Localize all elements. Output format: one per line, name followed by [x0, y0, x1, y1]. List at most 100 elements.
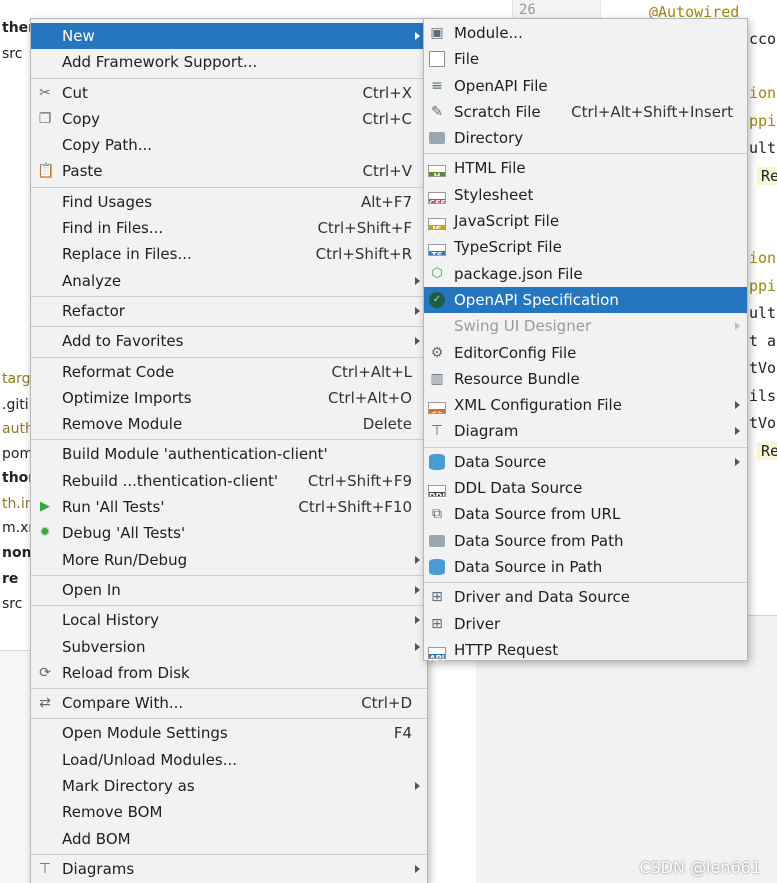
menu-item-replace-in-files[interactable]: Replace in Files... Ctrl+Shift+R	[31, 241, 427, 267]
menu-item-xml-configuration-file[interactable]: <> XML Configuration File	[424, 392, 747, 418]
menu-item-openapi-file[interactable]: ≡ OpenAPI File	[424, 73, 747, 99]
submenu-arrow-icon	[415, 555, 420, 564]
menu-item-stylesheet[interactable]: CSS Stylesheet	[424, 182, 747, 208]
menu-item-label: More Run/Debug	[62, 550, 188, 569]
menu-item-package-json-file[interactable]: ⬡ package.json File	[424, 261, 747, 287]
menu-item-data-source-from-url[interactable]: ⧉ Data Source from URL	[424, 501, 747, 527]
menu-item-copy-path[interactable]: Copy Path...	[31, 132, 427, 158]
new-submenu: ▣ Module... File ≡ OpenAPI File ✎ Scratch File…	[423, 18, 748, 663]
menu-item-label: Driver and Data Source	[454, 588, 631, 607]
menu-item-ddl-data-source[interactable]: DDL DDL Data Source	[424, 475, 747, 501]
menu-item-module[interactable]: ▣ Module...	[424, 20, 747, 46]
menu-separator	[31, 77, 427, 79]
menu-item-label: Directory	[454, 129, 524, 148]
menu-item-label: Data Source	[454, 452, 547, 471]
menu-item-openapi-specification[interactable]: ✓ OpenAPI Specification	[424, 286, 747, 314]
menu-item-label: Analyze	[62, 271, 122, 290]
menu-item-debug-all-tests[interactable]: ✹ Debug 'All Tests'	[31, 520, 427, 546]
menu-item-data-source-in-path[interactable]: Data Source in Path	[424, 554, 747, 580]
project-tree-node-fragment[interactable]: src	[2, 596, 22, 612]
menu-item-driver-and-data-source[interactable]: ⊞ Driver and Data Source	[424, 584, 747, 610]
menu-item-label: Resource Bundle	[454, 369, 580, 388]
menu-item-open-module-settings[interactable]: Open Module Settings F4	[31, 720, 427, 746]
shortcut-label: Ctrl+D	[361, 694, 412, 713]
menu-item-diagrams[interactable]: ⊤ Diagrams	[31, 856, 427, 882]
menu-item-new[interactable]: New	[31, 23, 427, 50]
menu-item-typescript-file[interactable]: TS TypeScript File	[424, 234, 747, 260]
driver-icon: ⊞	[431, 615, 443, 632]
menu-item-data-source[interactable]: Data Source	[424, 449, 747, 475]
project-tree-node-fragment[interactable]: targ	[2, 371, 30, 387]
diagram-icon: ⊤	[430, 423, 444, 440]
menu-item-editorconfig-file[interactable]: ⚙ EditorConfig File	[424, 340, 747, 366]
menu-item-find-in-files[interactable]: Find in Files... Ctrl+Shift+F	[31, 215, 427, 241]
menu-item-html-file[interactable]: H HTML File	[424, 155, 747, 181]
menu-item-mark-directory-as[interactable]: Mark Directory as	[31, 773, 427, 799]
project-tree-node-fragment[interactable]: pom	[2, 446, 33, 462]
submenu-arrow-icon	[735, 401, 740, 410]
menu-item-label: DDL Data Source	[454, 479, 583, 498]
api-icon: API	[428, 646, 446, 663]
menu-item-directory[interactable]: Directory	[424, 125, 747, 151]
openapi-spec-icon: ✓	[429, 291, 445, 308]
menu-item-label: Find in Files...	[62, 219, 164, 238]
menu-item-label: OpenAPI File	[454, 76, 548, 95]
menu-item-http-request[interactable]: API HTTP Request	[424, 637, 747, 663]
menu-item-optimize-imports[interactable]: Optimize Imports Ctrl+Alt+O	[31, 385, 427, 411]
menu-item-add-framework-support[interactable]: Add Framework Support...	[31, 49, 427, 75]
menu-item-run-all-tests[interactable]: ▶ Run 'All Tests' Ctrl+Shift+F10	[31, 494, 427, 520]
submenu-arrow-icon	[415, 585, 420, 594]
file-icon	[429, 51, 445, 68]
menu-item-add-bom[interactable]: Add BOM	[31, 826, 427, 852]
submenu-arrow-icon	[415, 337, 420, 346]
menu-item-more-run-debug[interactable]: More Run/Debug	[31, 547, 427, 573]
menu-item-remove-module[interactable]: Remove Module Delete	[31, 411, 427, 437]
menu-item-reformat-code[interactable]: Reformat Code Ctrl+Alt+L	[31, 359, 427, 385]
menu-item-scratch-file[interactable]: ✎ Scratch File Ctrl+Alt+Shift+Insert	[424, 99, 747, 125]
menu-item-local-history[interactable]: Local History	[31, 607, 427, 633]
menu-item-label: HTTP Request	[454, 640, 559, 659]
submenu-arrow-icon	[735, 457, 740, 466]
menu-item-driver[interactable]: ⊞ Driver	[424, 611, 747, 637]
menu-item-copy[interactable]: ❐ Copy Ctrl+C	[31, 106, 427, 132]
menu-item-open-in[interactable]: Open In	[31, 577, 427, 603]
menu-item-remove-bom[interactable]: Remove BOM	[31, 799, 427, 825]
menu-item-analyze[interactable]: Analyze	[31, 268, 427, 294]
code-line-fragment: tVo	[749, 359, 777, 377]
menu-item-refactor[interactable]: Refactor	[31, 298, 427, 324]
code-line-fragment: Re	[757, 167, 777, 185]
menu-item-subversion[interactable]: Subversion	[31, 634, 427, 660]
menu-item-data-source-from-path[interactable]: Data Source from Path	[424, 528, 747, 554]
code-line-fragment: tVo	[749, 414, 777, 432]
menu-item-label: Compare With...	[62, 694, 184, 713]
menu-item-build-module-authentication-client[interactable]: Build Module 'authentication-client'	[31, 441, 427, 467]
menu-item-label: Debug 'All Tests'	[62, 524, 186, 543]
menu-separator	[424, 582, 747, 584]
menu-item-rebuild-thentication-client[interactable]: Rebuild ...thentication-client' Ctrl+Shif…	[31, 468, 427, 494]
menu-item-resource-bundle[interactable]: ▥ Resource Bundle	[424, 366, 747, 392]
project-tree-node-fragment[interactable]: non	[2, 545, 32, 561]
menu-item-file[interactable]: File	[424, 46, 747, 72]
menu-item-find-usages[interactable]: Find Usages Alt+F7	[31, 189, 427, 215]
project-tree-node-fragment[interactable]: .giti	[2, 397, 29, 413]
project-tree-node-fragment[interactable]: src	[2, 46, 22, 62]
shortcut-label: Delete	[362, 415, 412, 434]
menu-item-reload-from-disk[interactable]: ⟳ Reload from Disk	[31, 660, 427, 686]
menu-item-paste[interactable]: 📋 Paste Ctrl+V	[31, 158, 427, 184]
menu-item-load-unload-modules[interactable]: Load/Unload Modules...	[31, 747, 427, 773]
copy-icon: ❐	[38, 110, 52, 127]
project-tree-node-fragment[interactable]: re	[2, 571, 18, 587]
menu-item-add-to-favorites[interactable]: Add to Favorites	[31, 328, 427, 354]
menu-separator	[31, 718, 427, 720]
menu-item-javascript-file[interactable]: JS JavaScript File	[424, 208, 747, 234]
menu-item-label: Driver	[454, 614, 501, 633]
project-context-menu: New Add Framework Support... ✂ Cut Ctrl+X ❐ Co…	[30, 18, 428, 883]
openapi-file-icon: ≡	[431, 77, 443, 94]
menu-item-cut[interactable]: ✂ Cut Ctrl+X	[31, 80, 427, 106]
menu-item-diagram[interactable]: ⊤ Diagram	[424, 418, 747, 444]
menu-item-compare-with[interactable]: ⇄ Compare With... Ctrl+D	[31, 690, 427, 716]
menu-item-label: TypeScript File	[454, 238, 562, 257]
menu-item-label: EditorConfig File	[454, 343, 577, 362]
ts-file-icon: TS	[428, 244, 446, 260]
menu-item-label: Remove BOM	[62, 803, 163, 822]
